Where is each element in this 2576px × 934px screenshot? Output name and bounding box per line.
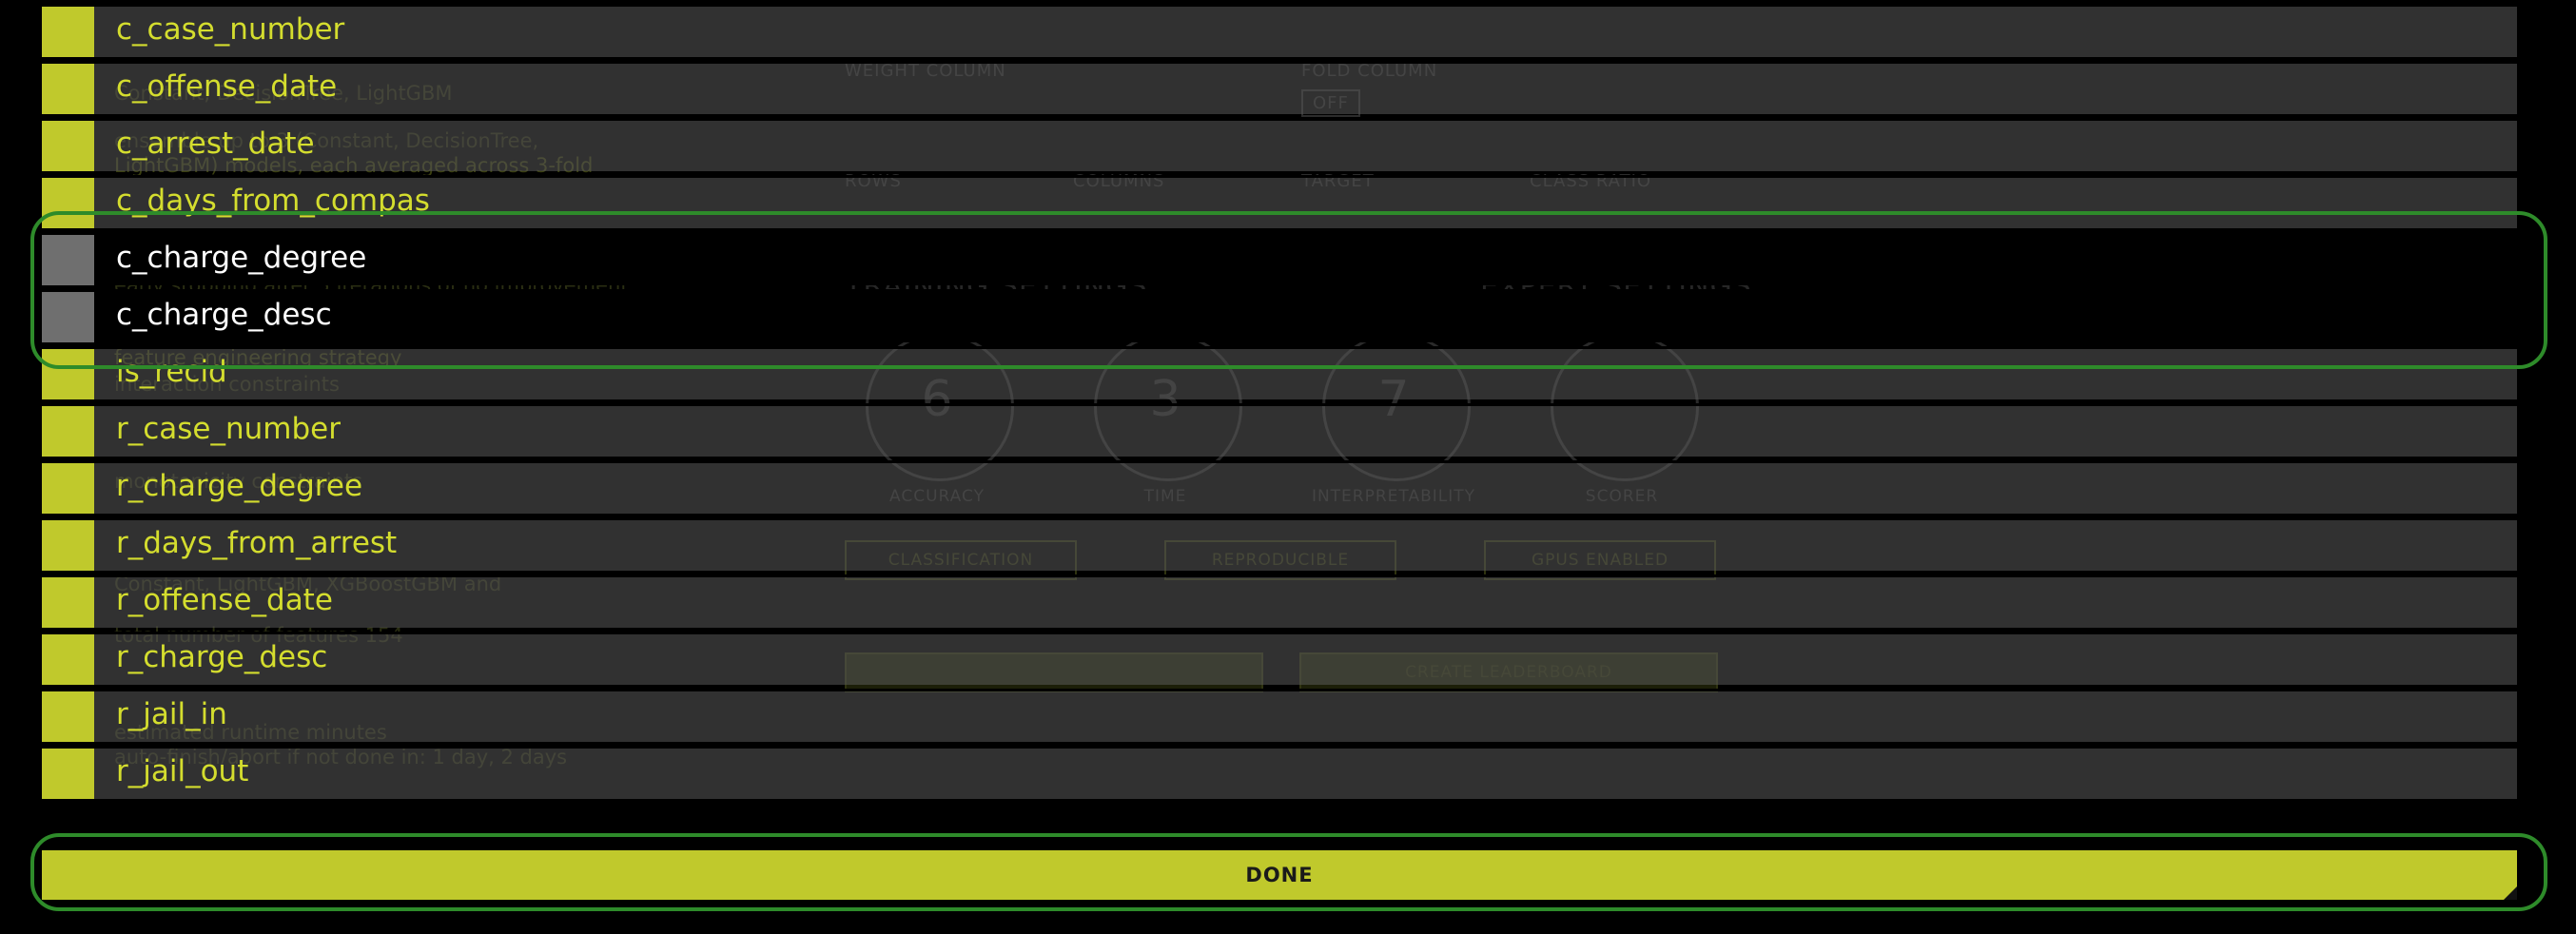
column-row-c-charge-desc[interactable]: c_charge_desc (42, 289, 2517, 342)
column-name: is_recid (116, 355, 227, 389)
unselected-marker (42, 292, 94, 342)
column-selection-overlay: Constant, DecisionTree, LightGBM ensembl… (0, 0, 2576, 934)
column-name: r_charge_desc (116, 640, 328, 674)
column-name: c_charge_degree (116, 241, 367, 275)
column-name: c_arrest_date (116, 126, 315, 161)
column-row-r-jail-out[interactable]: r_jail_out (42, 746, 2517, 799)
column-name: r_charge_degree (116, 469, 363, 503)
column-name: r_days_from_arrest (116, 526, 398, 560)
column-row-c-arrest-date[interactable]: c_arrest_date (42, 118, 2517, 171)
selected-marker (42, 349, 94, 399)
done-button[interactable]: DONE (42, 850, 2517, 900)
column-name: r_jail_out (116, 754, 249, 788)
column-row-c-charge-degree[interactable]: c_charge_degree (42, 232, 2517, 285)
column-row-r-charge-degree[interactable]: r_charge_degree (42, 460, 2517, 514)
column-row-r-offense-date[interactable]: r_offense_date (42, 574, 2517, 628)
column-row-c-case-number[interactable]: c_case_number (42, 4, 2517, 57)
column-row-c-offense-date[interactable]: c_offense_date (42, 61, 2517, 114)
column-name: c_case_number (116, 12, 345, 47)
corner-triangle-icon (2504, 886, 2517, 900)
selected-marker (42, 121, 94, 171)
unselected-marker (42, 235, 94, 285)
column-name: c_days_from_compas (116, 184, 430, 218)
column-name: r_jail_in (116, 697, 227, 731)
column-row-r-charge-desc[interactable]: r_charge_desc (42, 632, 2517, 685)
column-row-c-days-from-compas[interactable]: c_days_from_compas (42, 175, 2517, 228)
selected-marker (42, 64, 94, 114)
done-button-label: DONE (1245, 864, 1314, 886)
column-row-r-days-from-arrest[interactable]: r_days_from_arrest (42, 517, 2517, 571)
column-row-is-recid[interactable]: is_recid (42, 346, 2517, 399)
selected-marker (42, 749, 94, 799)
column-row-r-case-number[interactable]: r_case_number (42, 403, 2517, 457)
column-list: c_case_number c_offense_date c_arrest_da… (42, 0, 2517, 805)
column-name: c_charge_desc (116, 298, 332, 332)
selected-marker (42, 634, 94, 685)
selected-marker (42, 7, 94, 57)
column-row-r-jail-in[interactable]: r_jail_in (42, 689, 2517, 742)
column-name: c_offense_date (116, 69, 338, 104)
selected-marker (42, 178, 94, 228)
selected-marker (42, 463, 94, 514)
selected-marker (42, 406, 94, 457)
selected-marker (42, 577, 94, 628)
column-name: r_offense_date (116, 583, 333, 617)
selected-marker (42, 691, 94, 742)
column-name: r_case_number (116, 412, 341, 446)
selected-marker (42, 520, 94, 571)
